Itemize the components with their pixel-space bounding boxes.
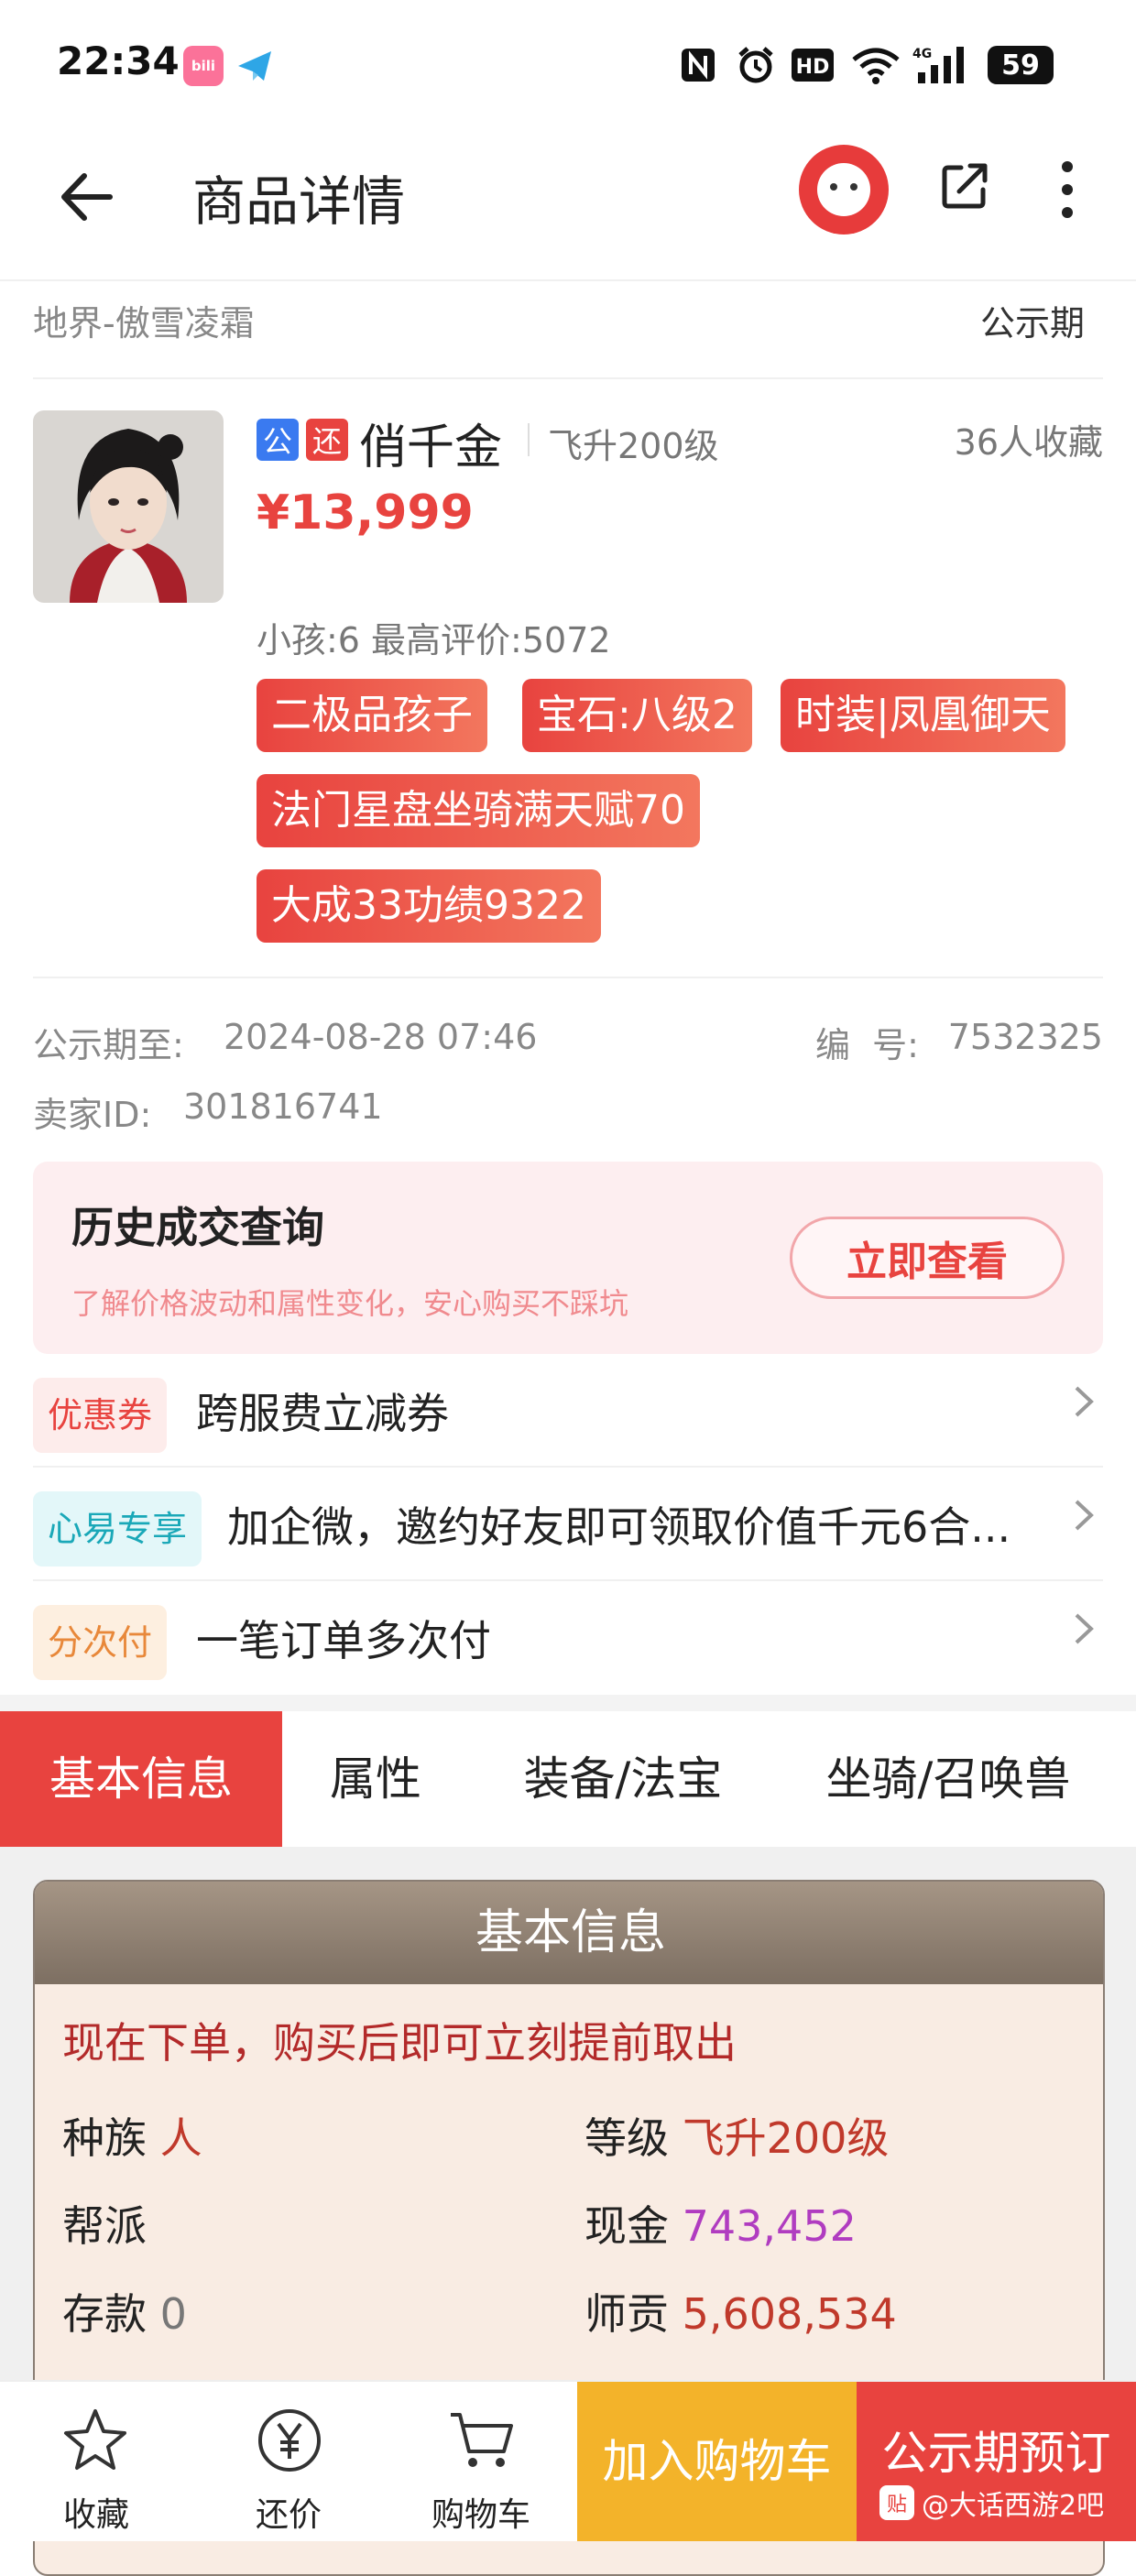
bargain-badge: 还 [306,419,348,461]
feature-tag: 宝石:八级2 [522,679,752,752]
field-label: 师贡 [584,2289,669,2339]
promo-row-exclusive[interactable]: 心易专享 加企微，邀约好友即可领取价值千元6合... [33,1469,1103,1581]
feature-tag: 法门星盘坐骑满天赋70 [257,774,700,847]
exclusive-text: 加企微，邀约好友即可领取价值千元6合... [227,1502,1011,1552]
history-subtitle: 了解价格波动和属性变化，安心购买不踩坑 [71,1286,629,1321]
seller-label: 卖家ID: [33,1095,152,1135]
lucky-cat-icon [817,163,870,216]
section-divider [0,1695,1136,1711]
divider [33,977,1103,978]
cart-button[interactable]: 购物车 [385,2382,568,2541]
watermark-text: @大话西游2吧 [922,2490,1105,2522]
telegram-app-icon [238,51,271,81]
field-label: 种族 [62,2113,147,2163]
page-title: 商品详情 [192,170,406,233]
tab-basic-info[interactable]: 基本信息 [0,1711,282,1847]
divider [33,377,1103,379]
listing-status: 公示期 [979,303,1085,344]
field-guild: 帮派 [62,2193,147,2254]
field-level: 等级 飞升200级 [584,2105,889,2166]
seller-value: 301816741 [183,1086,383,1127]
favorite-count: 36人收藏 [954,422,1103,463]
chevron-right-icon [1075,1386,1094,1417]
tab-equipment[interactable]: 装备/法宝 [495,1711,751,1847]
chevron-right-icon [1075,1500,1094,1531]
field-cash: 现金 743,452 [584,2193,857,2254]
server-name: 地界-傲雪凌霜 [33,303,255,344]
feature-tag: 大成33功绩9322 [257,869,601,943]
battery-indicator: 59 [988,46,1054,84]
wifi-icon [852,48,900,84]
bargain-label: 还价 [255,2496,322,2534]
tab-attributes[interactable]: 属性 [302,1711,449,1847]
promo-row-coupon[interactable]: 优惠券 跨服费立减券 [33,1356,1103,1468]
field-race: 种族 人 [62,2105,202,2166]
period-label: 公示期至: [33,1025,184,1065]
add-to-cart-button[interactable]: 加入购物车 [577,2382,857,2541]
favorite-label: 收藏 [62,2496,129,2534]
share-icon[interactable] [939,160,990,212]
installment-label: 分次付 [33,1605,168,1680]
bilibili-app-icon: bili [183,46,224,86]
field-value: 743,452 [682,2201,857,2251]
public-badge: 公 [257,419,299,461]
field-mentor: 师贡 5,608,534 [584,2281,897,2341]
signal-4g-icon: 4G [912,47,964,83]
status-time: 22:34 [57,38,180,83]
field-label: 现金 [584,2201,669,2251]
bargain-button[interactable]: 还价 [192,2382,376,2541]
feature-tag: 二极品孩子 [257,679,487,752]
promo-row-installment[interactable]: 分次付 一笔订单多次付 [33,1583,1103,1693]
sub-info: 小孩:6 最高评价:5072 [257,620,611,660]
field-label: 帮派 [62,2201,147,2251]
nfc-icon [682,49,715,82]
feature-tag: 时装|凤凰御天 [781,679,1065,752]
app-header: 商品详情 [0,128,1136,281]
view-history-button[interactable]: 立即查看 [790,1217,1065,1299]
separator [528,423,530,456]
history-title: 历史成交查询 [71,1203,324,1252]
star-icon [64,2409,126,2470]
serial-value: 7532325 [947,1017,1103,1057]
cart-label: 购物车 [431,2496,530,2534]
svg-text:4G: 4G [912,47,932,61]
watermark: 贴 @大话西游2吧 [879,2483,1104,2523]
coupon-label: 优惠券 [33,1378,168,1453]
user-avatar[interactable] [799,145,889,235]
hd-icon: HD [792,49,834,82]
tab-mounts-pets[interactable]: 坐骑/召唤兽 [797,1711,1099,1847]
alarm-icon [738,47,773,83]
status-bar: 22:34 bili HD 4G 59 [0,0,1136,128]
back-arrow-icon[interactable] [57,165,115,242]
character-name: 俏千金 [359,420,503,475]
withdraw-notice: 现在下单，购买后即可立刻提前取出 [62,2018,737,2068]
serial-label: 编 号: [815,1025,919,1065]
period-value: 2024-08-28 07:46 [224,1017,538,1057]
field-label: 等级 [584,2113,669,2163]
tieba-logo-icon: 贴 [879,2485,914,2520]
preorder-label: 公示期预订 [881,2427,1111,2480]
price: ¥13,999 [257,486,474,540]
more-menu-icon[interactable] [1054,158,1081,222]
character-portrait[interactable] [33,410,224,603]
installment-text: 一笔订单多次付 [196,1616,491,1665]
card-title: 基本信息 [35,1882,1103,1984]
coupon-text: 跨服费立减券 [196,1389,449,1438]
shopping-cart-icon [451,2413,513,2467]
svg-text:HD: HD [796,56,830,79]
field-value: 飞升200级 [682,2113,890,2163]
field-label: 存款 [62,2289,147,2339]
field-deposit: 存款 0 [62,2281,187,2341]
chevron-right-icon [1075,1613,1094,1644]
tab-bar: 基本信息 属性 装备/法宝 坐骑/召唤兽 [0,1711,1136,1847]
history-panel: 历史成交查询 了解价格波动和属性变化，安心购买不踩坑 立即查看 [33,1162,1103,1354]
favorite-button[interactable]: 收藏 [0,2382,183,2541]
exclusive-label: 心易专享 [33,1491,202,1566]
field-value: 人 [159,2113,202,2163]
field-value: 5,608,534 [682,2289,897,2339]
yen-coin-icon [258,2409,321,2472]
character-level: 飞升200级 [548,426,719,466]
field-value: 0 [159,2289,187,2339]
